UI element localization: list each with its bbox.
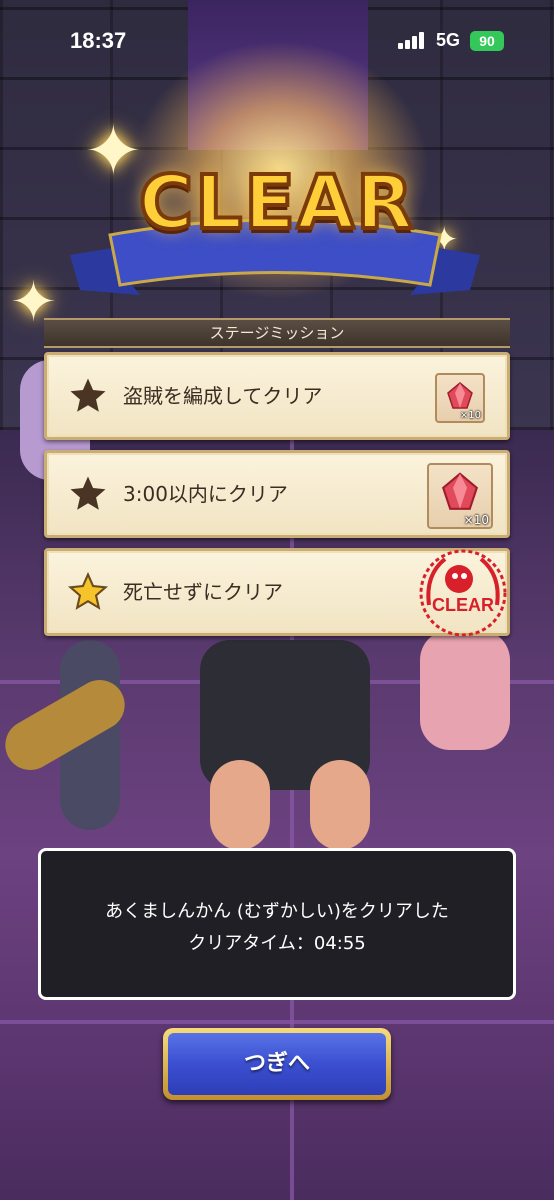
- battery-level: 90: [479, 33, 495, 49]
- mission-label: 3:00以内にクリア: [123, 482, 288, 506]
- result-line-time: クリアタイム：04:55: [188, 933, 366, 954]
- mission-header: ステージミッション: [44, 318, 510, 348]
- mission-row: 盗賊を編成してクリア ×10: [44, 352, 510, 440]
- stamp-text: CLEAR: [432, 595, 494, 615]
- next-button-label: つぎへ: [168, 1033, 386, 1095]
- clear-stamp-icon: CLEAR: [419, 549, 507, 637]
- status-time: 18:37: [70, 28, 127, 53]
- mission-label: 盗賊を編成してクリア: [123, 384, 323, 408]
- red-gem-icon: [447, 382, 473, 409]
- mission-label: 死亡せずにクリア: [123, 580, 283, 604]
- star-filled-gold-icon: [67, 571, 109, 610]
- battery-icon: 90: [470, 31, 504, 51]
- star-filled-dark-icon: [70, 476, 106, 510]
- reward-item: ×10: [435, 373, 485, 423]
- next-button[interactable]: つぎへ: [163, 1028, 391, 1100]
- star-filled-dark-icon: [70, 378, 106, 412]
- network-type: 5G: [436, 30, 461, 50]
- mission-row: 死亡せずにクリア CLEAR: [44, 548, 510, 637]
- floor-line: [0, 1020, 554, 1024]
- clear-title: CLEAR: [137, 158, 416, 248]
- reward-qty: ×10: [463, 513, 489, 527]
- reward-qty: ×10: [459, 410, 481, 421]
- cellular-signal-icon: [398, 31, 428, 49]
- character-leg: [310, 760, 370, 850]
- character-legs-right: [420, 630, 510, 750]
- reward-item: ×10: [427, 463, 493, 529]
- result-message-box: あくましんかん (むずかしい)をクリアした クリアタイム：04:55: [38, 848, 516, 1000]
- red-gem-icon: [441, 472, 479, 510]
- character-leg: [210, 760, 270, 850]
- mission-row: 3:00以内にクリア ×10: [44, 450, 510, 538]
- result-line-cleared: あくましんかん (むずかしい)をクリアした: [105, 901, 449, 922]
